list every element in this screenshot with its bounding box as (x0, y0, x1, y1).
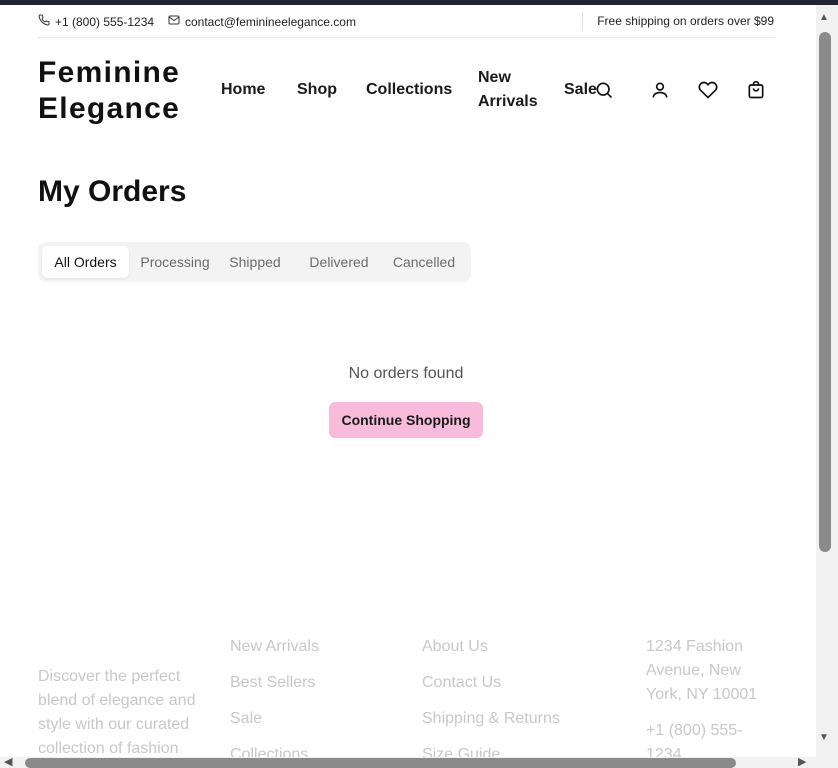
cart-icon[interactable] (745, 79, 767, 101)
shipping-note: Free shipping on orders over $99 (597, 14, 774, 28)
contact-email[interactable]: contact@feminineelegance.com (168, 14, 356, 29)
footer-phone[interactable]: +1 (800) 555-1234 (646, 719, 766, 757)
search-icon[interactable] (593, 79, 615, 101)
page-title: My Orders (38, 175, 187, 208)
footer-link[interactable]: Collections (230, 743, 319, 757)
scroll-up-arrow-icon[interactable]: ▲ (819, 12, 829, 23)
contact-phone-text: +1 (800) 555-1234 (55, 14, 155, 29)
footer-link[interactable]: Contact Us (422, 671, 560, 707)
nav-shop[interactable]: Shop (297, 78, 337, 102)
mail-icon (168, 14, 180, 29)
page-viewport: +1 (800) 555-1234 contact@feminineelegan… (0, 5, 816, 757)
tab-processing[interactable]: Processing (134, 246, 216, 278)
contact-phone[interactable]: +1 (800) 555-1234 (38, 14, 154, 29)
footer-link[interactable]: Best Sellers (230, 671, 319, 707)
nav-collections[interactable]: Collections (366, 78, 452, 102)
order-status-tabs: All Orders Processing Shipped Delivered … (38, 242, 471, 282)
top-info-bar: +1 (800) 555-1234 contact@feminineelegan… (38, 5, 774, 38)
scroll-down-arrow-icon[interactable]: ▼ (819, 732, 829, 743)
nav-sale[interactable]: Sale (564, 78, 597, 102)
tab-cancelled[interactable]: Cancelled (386, 246, 462, 278)
empty-state-message: No orders found (348, 365, 464, 382)
footer-link[interactable]: Sale (230, 707, 319, 743)
nav-home[interactable]: Home (221, 78, 265, 102)
footer-shop-links: New Arrivals Best Sellers Sale Collectio… (230, 635, 319, 757)
nav-new-arrivals[interactable]: New Arrivals (478, 66, 538, 114)
user-icon[interactable] (649, 79, 671, 101)
footer-address: 1234 Fashion Avenue, New York, NY 10001 (646, 638, 758, 703)
tab-all-orders[interactable]: All Orders (42, 246, 129, 278)
info-divider (582, 12, 583, 30)
scroll-left-arrow-icon[interactable]: ◀ (4, 755, 12, 768)
phone-icon (38, 14, 50, 29)
scroll-right-arrow-icon[interactable]: ▶ (798, 755, 806, 768)
footer-info-links: About Us Contact Us Shipping & Returns S… (422, 635, 560, 757)
contact-email-text: contact@feminineelegance.com (185, 14, 356, 29)
horizontal-scroll-thumb[interactable] (25, 758, 736, 768)
footer-link[interactable]: Shipping & Returns (422, 707, 560, 743)
continue-shopping-button[interactable]: Continue Shopping (329, 402, 483, 438)
heart-icon[interactable] (697, 79, 719, 101)
footer-link[interactable]: New Arrivals (230, 635, 319, 671)
footer-link[interactable]: Size Guide (422, 743, 560, 757)
vertical-scroll-thumb[interactable] (819, 32, 831, 552)
brand-logo[interactable]: Feminine Elegance (38, 55, 198, 127)
footer-link[interactable]: About Us (422, 635, 560, 671)
footer-description: Discover the perfect blend of elegance a… (38, 668, 196, 757)
tab-delivered[interactable]: Delivered (302, 246, 376, 278)
tab-shipped[interactable]: Shipped (226, 246, 284, 278)
